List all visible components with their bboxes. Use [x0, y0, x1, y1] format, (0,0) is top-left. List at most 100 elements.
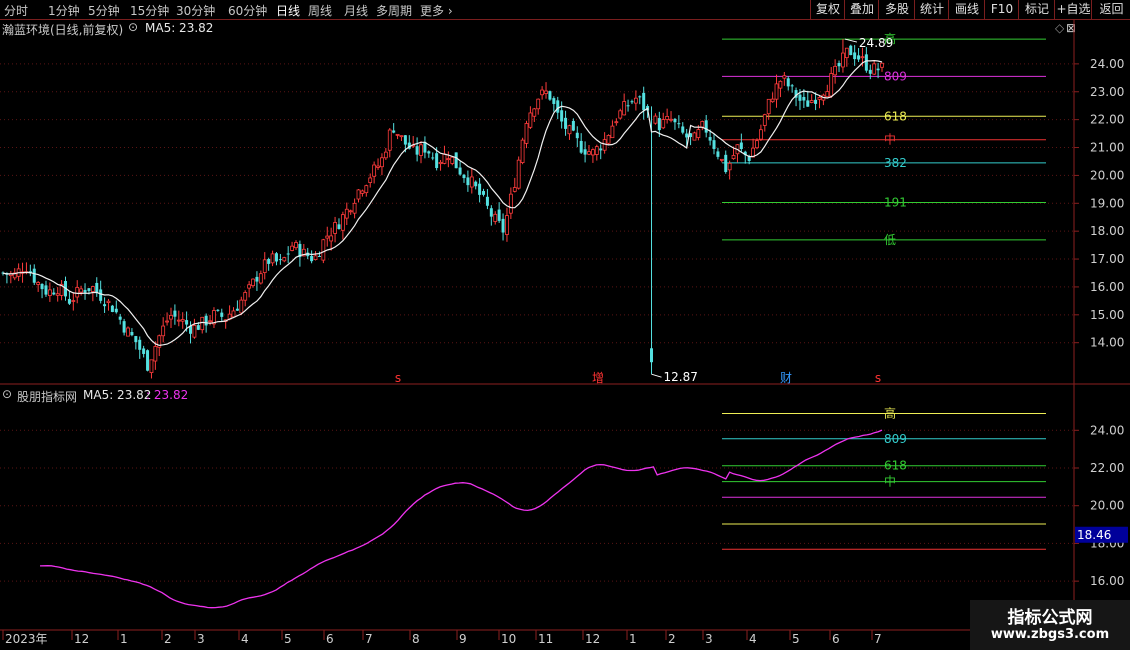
candle-body-down: [118, 316, 122, 320]
candle-body-up: [809, 100, 814, 103]
candle-body-down: [489, 208, 493, 217]
candle-body-up: [364, 185, 369, 194]
candle-body-up: [325, 235, 330, 239]
candle-body-up: [696, 129, 701, 138]
main-axis-label: 14.00: [1090, 336, 1124, 350]
candle-body-down: [173, 310, 177, 317]
candle-body-up: [180, 319, 185, 322]
candle-body-up: [493, 213, 498, 222]
time-axis-label: 2023年: [5, 632, 48, 646]
sub-fib-label: 809: [884, 432, 907, 446]
candle-body-up: [505, 215, 509, 235]
candle-body-up: [532, 108, 537, 117]
candle-body-up: [841, 52, 845, 68]
candle-body-down: [571, 120, 575, 131]
candle-body-down: [708, 137, 712, 141]
candle-body-down: [310, 255, 314, 262]
candle-body-up: [606, 135, 611, 144]
candle-body-up: [161, 325, 166, 337]
candle-body-down: [868, 69, 872, 74]
candle-body-up: [520, 139, 525, 163]
candle-body-up: [758, 129, 763, 140]
candle-body-up: [762, 114, 767, 126]
candle-body-up: [200, 316, 205, 331]
main-axis-label: 17.00: [1090, 252, 1124, 266]
candle-body-up: [176, 319, 181, 322]
main-axis-label: 23.00: [1090, 85, 1124, 99]
candle-body-down: [747, 156, 751, 161]
candle-body-up: [294, 242, 298, 249]
candle-body-up: [661, 119, 666, 129]
time-axis-label: 10: [501, 632, 516, 646]
candlestick-series: [1, 39, 884, 379]
time-axis-label: 2: [668, 632, 676, 646]
ma5-line: [2, 59, 883, 347]
candle-body-up: [880, 62, 884, 68]
candle-body-up: [126, 327, 130, 337]
low-pointer: [651, 373, 662, 378]
main-axis-label: 16.00: [1090, 280, 1124, 294]
candle-body-down: [837, 62, 841, 67]
candle-body-down: [739, 142, 743, 150]
candle-body-up: [782, 75, 787, 79]
candle-body-up: [528, 112, 533, 128]
candle-body-down: [485, 196, 489, 206]
candle-body-down: [501, 218, 505, 233]
candle-body-up: [567, 125, 572, 135]
cursor-price-label: 18.46: [1077, 528, 1111, 542]
main-axis-label: 18.00: [1090, 224, 1124, 238]
candle-body-down: [462, 174, 466, 179]
candle-body-down: [95, 282, 99, 293]
candle-body-down: [103, 304, 107, 307]
candle-body-down: [849, 45, 853, 56]
candle-body-up: [321, 239, 326, 261]
main-fib-label: 低: [884, 233, 896, 247]
candle-body-down: [650, 348, 654, 363]
time-axis-label: 11: [538, 632, 553, 646]
price-chart[interactable]: 高809618中382191低 24.8912.87 s增财s 高809618中…: [0, 0, 1130, 650]
candle-body-up: [833, 65, 838, 76]
candle-body-up: [614, 121, 619, 124]
candle-body-down: [564, 117, 568, 129]
time-axis-label: 5: [284, 632, 292, 646]
candle-body-down: [138, 339, 142, 350]
candle-body-up: [329, 235, 334, 242]
candle-body-up: [333, 222, 337, 234]
time-axis-label: 1: [120, 632, 128, 646]
candle-body-up: [290, 245, 294, 251]
main-axis-label: 22.00: [1090, 113, 1124, 127]
main-price-axis: 24.00 23.00 22.00 21.00 20.00 19.00 18.00 17.00…: [1074, 57, 1124, 350]
candle-body-up: [208, 320, 212, 323]
watermark-url: www.zbgs3.com: [990, 627, 1110, 642]
candle-body-down: [556, 100, 560, 113]
candle-body-down: [626, 105, 630, 107]
candle-body-up: [825, 91, 830, 98]
candle-body-down: [579, 140, 583, 153]
candle-body-up: [536, 98, 541, 110]
main-axis-label: 19.00: [1090, 196, 1124, 210]
candle-body-down: [130, 332, 134, 336]
main-fib-label: 809: [884, 69, 907, 83]
candle-body-up: [844, 47, 849, 59]
candle-body-up: [356, 189, 361, 200]
candle-body-down: [110, 305, 114, 312]
sub-axis-label: 20.00: [1090, 499, 1124, 513]
candle-body-down: [274, 253, 278, 262]
candle-body-down: [392, 130, 396, 133]
candle-body-up: [872, 63, 877, 75]
time-axis-label: 8: [412, 632, 420, 646]
sub-fib-label: 618: [884, 459, 907, 473]
sub-axis-label: 22.00: [1090, 461, 1124, 475]
time-axis-label: 3: [197, 632, 205, 646]
candle-body-down: [552, 98, 556, 104]
candle-body-down: [642, 92, 646, 111]
time-axis-label: 2: [164, 632, 172, 646]
time-axis-label: 7: [874, 632, 882, 646]
candle-body-up: [383, 151, 388, 159]
candle-body-down: [267, 258, 271, 264]
candle-body-up: [633, 97, 638, 104]
sub-fib-levels: 高 809 618中: [722, 406, 1046, 550]
candle-body-down: [478, 183, 482, 195]
candle-body-up: [239, 299, 244, 314]
candle-body-up: [602, 139, 607, 151]
